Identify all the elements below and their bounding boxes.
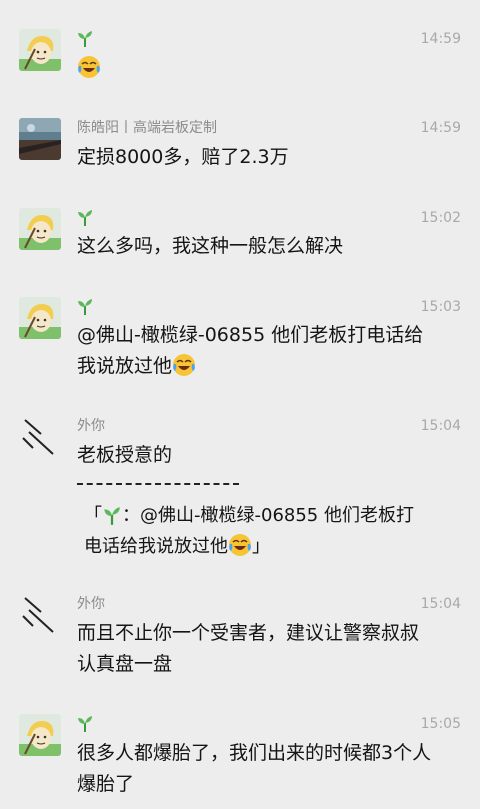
message-text: 这么多吗，我这种一般怎么解决 <box>77 235 344 257</box>
message-line: 很多人都爆胎了，我们出来的时候都3个人 <box>77 742 432 764</box>
message-text: 而且不止你一个受害者，建议让警察叔叔 认真盘一盘 <box>77 618 460 680</box>
sender-name: 外你 <box>77 418 105 434</box>
message-text: 定损8000多，赔了2.3万 <box>77 146 289 168</box>
laughing-crying-emoji <box>78 56 100 78</box>
message-time: 15:04 <box>420 418 461 434</box>
quote-close-bracket: 」 <box>252 536 270 557</box>
quote-text: ：@佛山-橄榄绿-06855 他们老板打 <box>122 505 414 526</box>
message-line: 爆胎了 <box>77 773 135 795</box>
quoted-message: 「 ：@佛山-橄榄绿-06855 他们老板打 电话给我说放过他 」 <box>84 500 460 562</box>
sprout-icon <box>104 507 120 525</box>
slash-avatar[interactable] <box>19 594 61 636</box>
sender-name-icon <box>77 209 93 227</box>
laughing-crying-emoji <box>229 534 251 556</box>
message-line-with-emoji: 我说放过他 <box>77 351 460 382</box>
laughing-crying-emoji <box>173 354 196 376</box>
message-time: 14:59 <box>420 31 461 47</box>
message-text: 很多人都爆胎了，我们出来的时候都3个人 爆胎了 <box>77 738 460 800</box>
slash-avatar[interactable] <box>19 416 61 458</box>
sender-name-icon <box>77 30 93 48</box>
message-line: @佛山-橄榄绿-06855 他们老板打电话给 <box>77 324 424 346</box>
sender-name-icon <box>77 298 93 316</box>
farmer-avatar[interactable] <box>19 29 61 71</box>
farmer-avatar[interactable] <box>19 297 61 339</box>
sender-name: 外你 <box>77 596 105 612</box>
message-line: 认真盘一盘 <box>77 653 173 675</box>
message-time: 15:04 <box>420 596 461 612</box>
message-line: 而且不止你一个受害者，建议让警察叔叔 <box>77 622 420 644</box>
message-line: 我说放过他 <box>77 355 173 377</box>
quote-text: 电话给我说放过他 <box>84 536 228 557</box>
sprout-icon <box>78 210 92 226</box>
quote-divider <box>77 483 239 485</box>
sprout-icon <box>78 299 92 315</box>
quote-line-2: 电话给我说放过他 」 <box>84 531 460 562</box>
sprout-icon <box>78 31 92 47</box>
message-time: 15:03 <box>420 299 461 315</box>
sprout-icon <box>78 716 92 732</box>
photo-avatar[interactable] <box>19 118 61 160</box>
sender-name-icon <box>77 715 93 733</box>
message-text: @佛山-橄榄绿-06855 他们老板打电话给 我说放过他 <box>77 320 460 382</box>
sender-name: 陈皓阳丨高端岩板定制 <box>77 120 217 136</box>
message-time: 15:05 <box>420 716 461 732</box>
message-text: 老板授意的 <box>77 444 173 466</box>
message-text <box>77 53 460 84</box>
farmer-avatar[interactable] <box>19 208 61 250</box>
quote-line-1: 「 ：@佛山-橄榄绿-06855 他们老板打 <box>84 500 460 531</box>
message-time: 14:59 <box>420 120 461 136</box>
message-time: 15:02 <box>420 210 461 226</box>
farmer-avatar[interactable] <box>19 714 61 756</box>
quote-open-bracket: 「 <box>84 505 102 526</box>
